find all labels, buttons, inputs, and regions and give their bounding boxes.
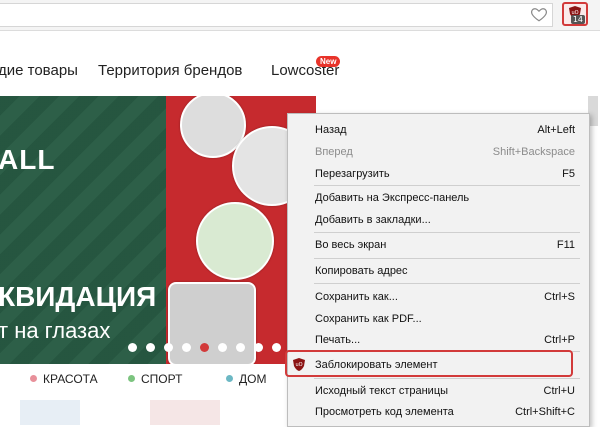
menu-item-inspect[interactable]: Просмотреть код элемента Ctrl+Shift+C xyxy=(288,402,589,422)
product-camera-image xyxy=(168,282,256,364)
menu-item-save-as[interactable]: Сохранить как... Ctrl+S xyxy=(288,287,589,307)
nav-item-popular[interactable]: дие товары xyxy=(0,62,78,79)
carousel-dot[interactable] xyxy=(254,343,263,352)
carousel-dot[interactable] xyxy=(236,343,245,352)
bullet-icon xyxy=(30,375,37,382)
carousel-dot[interactable] xyxy=(272,343,281,352)
bullet-icon xyxy=(226,375,233,382)
product-thumbnail[interactable] xyxy=(150,400,220,425)
banner-percent: 0% xyxy=(0,354,85,364)
menu-item-fullscreen[interactable]: Во весь экран F11 xyxy=(288,235,589,255)
menu-item-view-source[interactable]: Исходный текст страницы Ctrl+U xyxy=(288,381,589,401)
menu-item-copy-address[interactable]: Копировать адрес xyxy=(288,261,589,281)
menu-separator xyxy=(314,258,580,259)
context-menu: Назад Alt+Left Вперед Shift+Backspace Пере… xyxy=(287,113,590,427)
blocked-count-badge: 14 xyxy=(570,15,585,24)
menu-item-add-bookmark[interactable]: Добавить в закладки... xyxy=(288,210,589,230)
browser-toolbar: uO 14 xyxy=(0,0,600,31)
carousel-dot[interactable] xyxy=(146,343,155,352)
category-beauty[interactable]: КРАСОТА xyxy=(30,372,98,386)
carousel-dot[interactable] xyxy=(128,343,137,352)
product-thumbnail[interactable] xyxy=(20,400,80,425)
carousel-dot[interactable] xyxy=(164,343,173,352)
menu-item-save-pdf[interactable]: Сохранить как PDF... xyxy=(288,309,589,329)
ublock-extension-button[interactable]: uO 14 xyxy=(562,2,588,26)
heart-icon[interactable] xyxy=(530,5,548,23)
banner-subtitle: т на глазах xyxy=(0,318,111,343)
promo-banner[interactable]: ALL КВИДАЦИЯ т на глазах 0% xyxy=(0,96,316,364)
menu-item-add-speed-dial[interactable]: Добавить на Экспресс-панель xyxy=(288,188,589,208)
category-home[interactable]: ДОМ xyxy=(226,372,266,386)
menu-item-reload[interactable]: Перезагрузить F5 xyxy=(288,164,589,184)
menu-separator xyxy=(314,232,580,233)
highlight-box xyxy=(285,350,573,377)
menu-item-forward[interactable]: Вперед Shift+Backspace xyxy=(288,142,589,162)
banner-title: КВИДАЦИЯ xyxy=(0,281,157,312)
product-iron-image xyxy=(196,202,274,280)
carousel-dot[interactable] xyxy=(182,343,191,352)
carousel-dot-active[interactable] xyxy=(200,343,209,352)
menu-item-print[interactable]: Печать... Ctrl+P xyxy=(288,330,589,350)
category-sport[interactable]: СПОРТ xyxy=(128,372,182,386)
banner-headline: ALL xyxy=(0,144,56,175)
menu-separator xyxy=(314,185,580,186)
carousel-dot[interactable] xyxy=(218,343,227,352)
nav-item-brands[interactable]: Территория брендов xyxy=(98,62,242,79)
new-badge: New xyxy=(316,56,341,67)
menu-separator xyxy=(314,378,580,379)
menu-separator xyxy=(314,283,580,284)
address-bar[interactable] xyxy=(0,3,553,27)
menu-item-back[interactable]: Назад Alt+Left xyxy=(288,120,589,140)
bullet-icon xyxy=(128,375,135,382)
